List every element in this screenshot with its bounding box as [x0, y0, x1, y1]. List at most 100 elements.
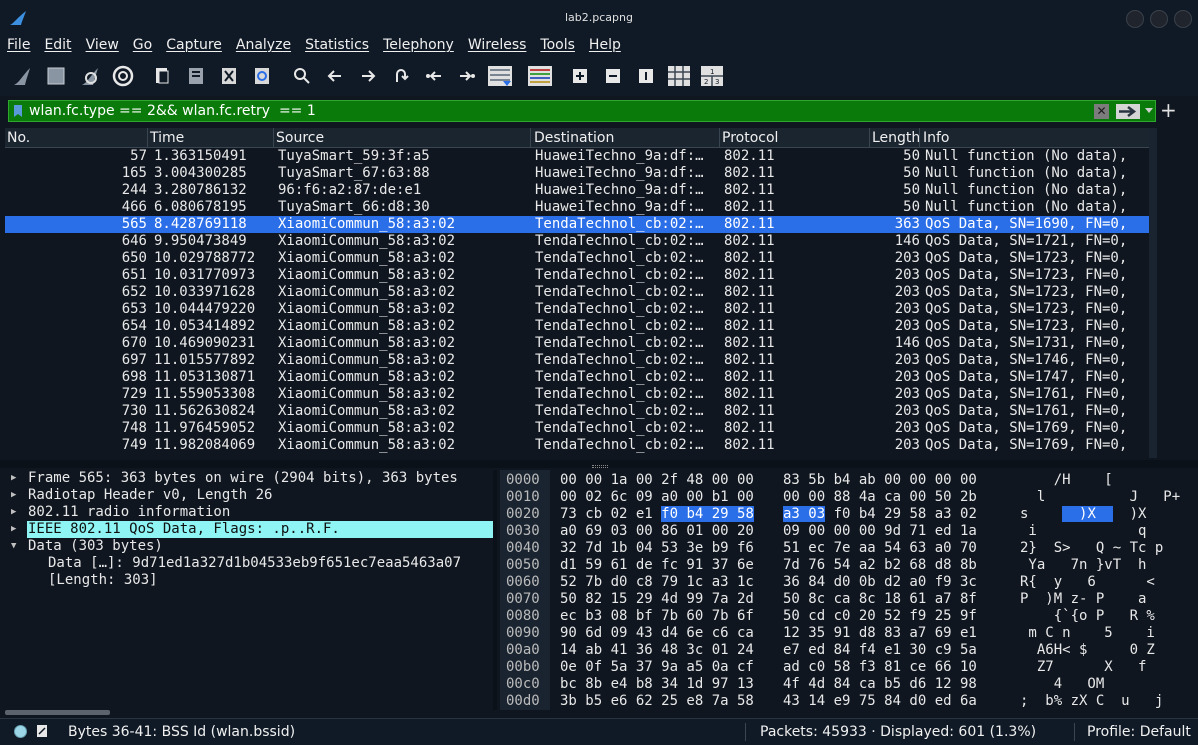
close-file-icon[interactable]: [215, 62, 243, 90]
collapsed-arrow-icon[interactable]: ▶: [11, 504, 16, 521]
menu-analyze[interactable]: Analyze: [236, 36, 291, 58]
zoom-in-icon[interactable]: [566, 62, 594, 90]
packet-cell-dst: HuaweiTechno_9a:df:…: [535, 165, 704, 181]
go-forward-icon[interactable]: [354, 62, 382, 90]
clear-filter-button[interactable]: ✕: [1094, 104, 1109, 119]
go-back-icon[interactable]: [321, 62, 349, 90]
detail-tree-item[interactable]: ▶ Radiotap Header v0, Length 26: [5, 487, 493, 504]
colorize-icon[interactable]: [526, 62, 554, 90]
collapsed-arrow-icon[interactable]: ▶: [11, 470, 16, 487]
save-file-icon[interactable]: [182, 62, 210, 90]
maximize-button[interactable]: [1150, 10, 1168, 28]
apply-filter-button[interactable]: [1116, 104, 1140, 119]
detail-tree-item[interactable]: ▶ Frame 565: 363 bytes on wire (2904 bits…: [5, 470, 493, 487]
menu-wireless[interactable]: Wireless: [468, 36, 527, 58]
packet-row[interactable]: 748 11.976459052 XiaomiCommun_58:a3:02 Tend…: [5, 420, 1155, 437]
packet-row[interactable]: 466 6.080678195 TuyaSmart_66:d8:30 HuaweiTe…: [5, 199, 1155, 216]
hex-row[interactable]: 0040 32 7d 1b 04 53 3e b9 f6 51 ec 7e aa 5…: [500, 540, 1190, 557]
packet-row[interactable]: 165 3.004300285 TuyaSmart_67:63:88 HuaweiTe…: [5, 165, 1155, 182]
packet-row[interactable]: 697 11.015577892 XiaomiCommun_58:a3:02 Tend…: [5, 352, 1155, 369]
collapsed-arrow-icon[interactable]: ▶: [11, 521, 16, 538]
capture-options-icon[interactable]: [109, 62, 137, 90]
hex-row[interactable]: 0060 52 7b d0 c8 79 1c a3 1c 36 84 d0 0b d…: [500, 574, 1190, 591]
menu-file[interactable]: File: [7, 36, 30, 58]
packet-row[interactable]: 57 1.363150491 TuyaSmart_59:3f:a5 HuaweiTec…: [5, 148, 1155, 165]
menu-statistics[interactable]: Statistics: [305, 36, 369, 58]
open-file-icon[interactable]: [148, 62, 176, 90]
resize-columns-icon[interactable]: [665, 62, 693, 90]
hex-row[interactable]: 0070 50 82 15 29 4d 99 7a 2d 50 8c ca 8c 1…: [500, 591, 1190, 608]
hex-row[interactable]: 00a0 14 ab 41 36 48 3c 01 24 e7 ed 84 f4 e…: [500, 642, 1190, 659]
layout-panes-icon[interactable]: 123: [698, 62, 726, 90]
details-hscrollbar[interactable]: [5, 710, 110, 715]
packet-cell-proto: 802.11: [724, 267, 775, 283]
packet-row[interactable]: 670 10.469090231 XiaomiCommun_58:a3:02 Tend…: [5, 335, 1155, 352]
find-packet-icon[interactable]: [288, 62, 316, 90]
hex-row[interactable]: 0050 d1 59 61 de fc 91 37 6e 7d 76 54 a2 b…: [500, 557, 1190, 574]
packet-row[interactable]: 650 10.029788772 XiaomiCommun_58:a3:02 Tend…: [5, 250, 1155, 267]
column-header-length[interactable]: Length: [872, 130, 920, 146]
status-profile[interactable]: Profile: Default: [1087, 724, 1191, 740]
go-first-packet-icon[interactable]: [420, 62, 448, 90]
packet-row[interactable]: 653 10.044479220 XiaomiCommun_58:a3:02 Tend…: [5, 301, 1155, 318]
column-header-time[interactable]: Time: [150, 130, 184, 146]
column-header-protocol[interactable]: Protocol: [722, 130, 778, 146]
details-hex-splitter[interactable]: [493, 470, 497, 710]
menu-telephony[interactable]: Telephony: [383, 36, 454, 58]
collapsed-arrow-icon[interactable]: ▶: [11, 487, 16, 504]
start-capture-icon[interactable]: [8, 62, 36, 90]
zoom-out-icon[interactable]: [599, 62, 627, 90]
packet-row[interactable]: 749 11.982084069 XiaomiCommun_58:a3:02 Tend…: [5, 437, 1155, 454]
hex-row[interactable]: 0020 73 cb 02 e1 f0 b4 29 58 a3 03 f0 b4 2…: [500, 506, 1190, 523]
packet-row[interactable]: 651 10.031770973 XiaomiCommun_58:a3:02 Tend…: [5, 267, 1155, 284]
hex-row[interactable]: 00b0 0e 0f 5a 37 9a a5 0a cf ad c0 58 f3 8…: [500, 659, 1190, 676]
display-filter-input[interactable]: wlan.fc.type == 2&& wlan.fc.retry == 1: [29, 103, 316, 119]
reload-file-icon[interactable]: [248, 62, 276, 90]
menu-view[interactable]: View: [86, 36, 119, 58]
filter-dropdown-icon[interactable]: [1145, 108, 1153, 113]
hex-row[interactable]: 0000 00 00 1a 00 2f 48 00 00 83 5b b4 ab 0…: [500, 472, 1190, 489]
detail-tree-item[interactable]: ▶ IEEE 802.11 QoS Data, Flags: .p..R.F.: [5, 521, 493, 538]
hex-row[interactable]: 0010 00 02 6c 09 a0 00 b1 00 00 00 88 4a c…: [500, 489, 1190, 506]
go-last-packet-icon[interactable]: [453, 62, 481, 90]
hex-row[interactable]: 00d0 3b b5 e6 62 25 e8 7a 58 43 14 e9 75 8…: [500, 693, 1190, 710]
detail-tree-item[interactable]: [Length: 303]: [5, 572, 493, 589]
expanded-arrow-icon[interactable]: ▼: [11, 538, 16, 555]
menu-go[interactable]: Go: [133, 36, 152, 58]
minimize-button[interactable]: [1126, 10, 1144, 28]
hex-row[interactable]: 0090 90 6d 09 43 d4 6e c6 ca 12 35 91 d8 8…: [500, 625, 1190, 642]
packet-row-selected[interactable]: 565 8.428769118 XiaomiCommun_58:a3:02 Tenda…: [5, 216, 1155, 233]
bookmark-icon[interactable]: [12, 104, 24, 118]
expert-info-icon[interactable]: [14, 725, 27, 738]
hex-row[interactable]: 00c0 bc 8b e4 b8 34 1d 97 13 4f 4d 84 ca b…: [500, 676, 1190, 693]
normal-size-icon[interactable]: [632, 62, 660, 90]
add-filter-button[interactable]: +: [1160, 98, 1177, 122]
close-button[interactable]: [1174, 10, 1192, 28]
capture-comment-icon[interactable]: [36, 724, 48, 738]
packet-row[interactable]: 244 3.280786132 96:f6:a2:87:de:e1 HuaweiTec…: [5, 182, 1155, 199]
packet-row[interactable]: 730 11.562630824 XiaomiCommun_58:a3:02 Tend…: [5, 403, 1155, 420]
hex-row[interactable]: 0080 ec b3 08 bf 7b 60 7b 6f 50 cd c0 20 5…: [500, 608, 1190, 625]
column-header-info[interactable]: Info: [923, 130, 950, 146]
column-header-destination[interactable]: Destination: [534, 130, 614, 146]
packet-row[interactable]: 698 11.053130871 XiaomiCommun_58:a3:02 Tend…: [5, 369, 1155, 386]
column-header-no[interactable]: No.: [7, 130, 30, 146]
menu-capture[interactable]: Capture: [166, 36, 222, 58]
detail-tree-item[interactable]: ▼ Data (303 bytes): [5, 538, 493, 555]
packet-row[interactable]: 729 11.559053308 XiaomiCommun_58:a3:02 Tend…: [5, 386, 1155, 403]
menu-tools[interactable]: Tools: [540, 36, 575, 58]
hex-row[interactable]: 0030 a0 69 03 00 86 01 00 20 09 00 00 00 9…: [500, 523, 1190, 540]
auto-scroll-icon[interactable]: [486, 62, 514, 90]
column-header-source[interactable]: Source: [276, 130, 324, 146]
packet-row[interactable]: 652 10.033971628 XiaomiCommun_58:a3:02 Tend…: [5, 284, 1155, 301]
go-to-packet-icon[interactable]: [387, 62, 415, 90]
menu-edit[interactable]: Edit: [44, 36, 71, 58]
packet-row[interactable]: 646 9.950473849 XiaomiCommun_58:a3:02 Tenda…: [5, 233, 1155, 250]
restart-capture-icon[interactable]: [76, 62, 104, 90]
packet-list-scrollbar[interactable]: [1149, 128, 1157, 458]
detail-tree-item[interactable]: ▶ 802.11 radio information: [5, 504, 493, 521]
stop-capture-icon[interactable]: [42, 62, 70, 90]
packet-row[interactable]: 654 10.053414892 XiaomiCommun_58:a3:02 Tend…: [5, 318, 1155, 335]
menu-help[interactable]: Help: [589, 36, 621, 58]
detail-tree-item[interactable]: Data […]: 9d71ed1a327d1b04533eb9f651ec7e…: [5, 555, 493, 572]
